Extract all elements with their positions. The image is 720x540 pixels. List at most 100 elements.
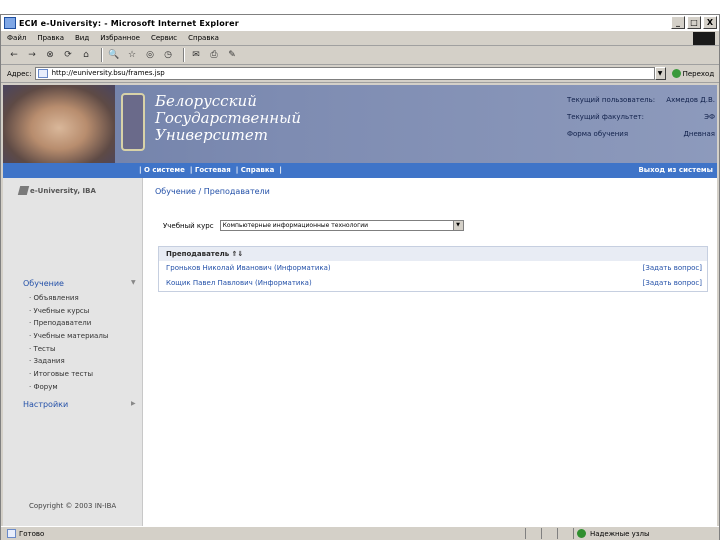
menu-help[interactable]: Справка <box>188 34 219 42</box>
site-banner: Белорусский Государственный Университет … <box>3 85 717 163</box>
maximize-button[interactable]: □ <box>687 16 701 29</box>
menu-view[interactable]: Вид <box>75 34 89 42</box>
nav-links: | О системе | Гостевая | Справка | <box>139 166 287 174</box>
sidebar-item-label: Тесты <box>33 344 56 353</box>
main-content: Обучение / Преподаватели Учебный курс Ко… <box>155 187 711 292</box>
course-select-value: Компьютерные информационные технологии <box>222 222 369 229</box>
address-dropdown-button[interactable]: ▼ <box>654 67 666 80</box>
sidebar-item-announcements[interactable]: · Объявления <box>29 294 108 307</box>
forward-icon[interactable]: → <box>25 49 39 62</box>
status-text: Готово <box>7 529 44 538</box>
info-key: Текущий пользователь: <box>567 96 656 104</box>
search-icon[interactable]: 🔍 <box>107 49 121 62</box>
info-row-faculty: Текущий факультет: ЭФ <box>567 113 715 130</box>
favorites-icon[interactable]: ☆ <box>125 49 139 62</box>
nav-about-link[interactable]: | О системе <box>139 166 185 174</box>
sidebar-items: · Объявления · Учебные курсы · Преподава… <box>29 294 108 396</box>
info-row-user: Текущий пользователь: Ахмедов Д.В. <box>567 96 715 113</box>
sidebar-section-label: Обучение <box>23 279 64 288</box>
sidebar-section-settings[interactable]: Настройки ▶ <box>23 400 136 409</box>
page-status-icon <box>7 529 16 538</box>
close-button[interactable]: X <box>703 16 717 29</box>
minimize-button[interactable]: _ <box>671 16 685 29</box>
chevron-down-icon[interactable]: ▼ <box>452 221 463 230</box>
back-icon[interactable]: ← <box>7 49 21 62</box>
status-bar: Готово Надежные узлы <box>1 526 719 540</box>
info-row-study-form: Форма обучения Дневная <box>567 130 715 147</box>
sidebar-item-final-tests[interactable]: · Итоговые тесты <box>29 370 108 383</box>
sidebar-item-courses[interactable]: · Учебные курсы <box>29 307 108 320</box>
page-viewport: Белорусский Государственный Университет … <box>3 85 717 526</box>
mail-icon[interactable]: ✉ <box>189 49 203 62</box>
stop-icon[interactable]: ⊗ <box>43 49 57 62</box>
menu-file[interactable]: Файл <box>7 34 26 42</box>
sidebar-item-assignments[interactable]: · Задания <box>29 357 108 370</box>
top-nav: | О системе | Гостевая | Справка | Выход… <box>3 163 717 178</box>
sidebar: e-University, IBA Обучение ▼ · Объявлени… <box>3 178 143 526</box>
sidebar-item-label: Объявления <box>33 294 79 302</box>
info-value: Дневная <box>683 130 715 138</box>
tutor-name-link[interactable]: Кощик Павел Павлович (Информатика) <box>166 279 312 287</box>
trusted-zone-icon <box>577 529 586 538</box>
address-input[interactable]: http://euniversity.bsu/frames.jsp <box>34 67 655 80</box>
menu-favorites[interactable]: Избранное <box>100 34 140 42</box>
sidebar-item-label: Преподаватели <box>33 319 92 328</box>
toolbar-separator <box>183 48 185 62</box>
university-name-line: Белорусский <box>155 92 257 110</box>
go-label: Переход <box>682 69 715 78</box>
menu-tools[interactable]: Сервис <box>151 34 177 42</box>
menu-edit[interactable]: Правка <box>37 34 64 42</box>
university-name-line: Университет <box>155 126 268 144</box>
sidebar-item-forum[interactable]: · Форум <box>29 383 108 396</box>
tutor-name-link[interactable]: Гроньков Николай Иванович (Информатика) <box>166 264 331 272</box>
nav-help-link[interactable]: | Справка <box>236 166 275 174</box>
brand-logo-icon <box>17 186 30 195</box>
edit-icon[interactable]: ✎ <box>225 49 239 62</box>
info-key: Текущий факультет: <box>567 113 644 121</box>
ask-question-link[interactable]: [Задать вопрос] <box>643 276 702 291</box>
status-pane-divider <box>525 528 526 539</box>
nav-guestbook-link[interactable]: | Гостевая <box>190 166 231 174</box>
media-icon[interactable]: ◎ <box>143 49 157 62</box>
user-info: Текущий пользователь: Ахмедов Д.В. Текущ… <box>567 96 715 147</box>
sidebar-item-label: Итоговые тесты <box>33 370 94 379</box>
zone-label: Надежные узлы <box>590 529 650 538</box>
sidebar-item-tutors[interactable]: · Преподаватели <box>29 319 108 332</box>
table-row: Гроньков Николай Иванович (Информатика) … <box>159 261 707 276</box>
refresh-icon[interactable]: ⟳ <box>61 49 75 62</box>
sidebar-item-materials[interactable]: · Учебные материалы <box>29 332 108 345</box>
ask-question-link[interactable]: [Задать вопрос] <box>643 261 702 276</box>
go-button[interactable]: Переход <box>671 69 715 78</box>
course-select[interactable]: Компьютерные информационные технологии ▼ <box>219 220 464 231</box>
expand-arrow-icon: ▶ <box>131 400 136 407</box>
address-url: http://euniversity.bsu/frames.jsp <box>51 69 165 77</box>
tutors-table: Преподаватель ⇑⇓ Гроньков Николай Иванов… <box>158 246 708 292</box>
page-title: Обучение / Преподаватели <box>155 187 270 196</box>
info-value: ЭФ <box>704 113 715 121</box>
status-label: Готово <box>19 529 45 538</box>
status-pane-divider <box>541 528 542 539</box>
brand-label: e-University, IBA <box>30 186 96 195</box>
sidebar-item-label: Учебные материалы <box>33 332 109 341</box>
title-bar[interactable]: ЕСИ e-University: - Microsoft Internet E… <box>1 15 719 31</box>
sidebar-item-label: Учебные курсы <box>33 306 90 315</box>
window-title: ЕСИ e-University: - Microsoft Internet E… <box>19 18 239 28</box>
logout-link[interactable]: Выход из системы <box>638 166 713 174</box>
page-icon <box>37 69 48 78</box>
tutors-table-header[interactable]: Преподаватель ⇑⇓ <box>159 247 707 261</box>
history-icon[interactable]: ◷ <box>161 49 175 62</box>
toolbar: ← → ⊗ ⟳ ⌂ 🔍 ☆ ◎ ◷ ✉ ⎙ ✎ <box>1 46 719 65</box>
university-name-line: Государственный <box>155 109 301 127</box>
ie-icon <box>4 17 16 29</box>
status-pane-divider <box>557 528 558 539</box>
course-label: Учебный курс <box>163 221 214 230</box>
home-icon[interactable]: ⌂ <box>79 49 93 62</box>
sidebar-item-label: Задания <box>33 357 65 366</box>
collapse-arrow-icon: ▼ <box>131 279 136 286</box>
sidebar-section-label: Настройки <box>23 400 69 409</box>
sidebar-section-learning[interactable]: Обучение ▼ <box>23 279 136 288</box>
university-name: Белорусский Государственный Университет <box>155 93 345 144</box>
sidebar-item-tests[interactable]: · Тесты <box>29 345 108 358</box>
print-icon[interactable]: ⎙ <box>207 49 221 62</box>
university-emblem-icon <box>121 93 145 151</box>
